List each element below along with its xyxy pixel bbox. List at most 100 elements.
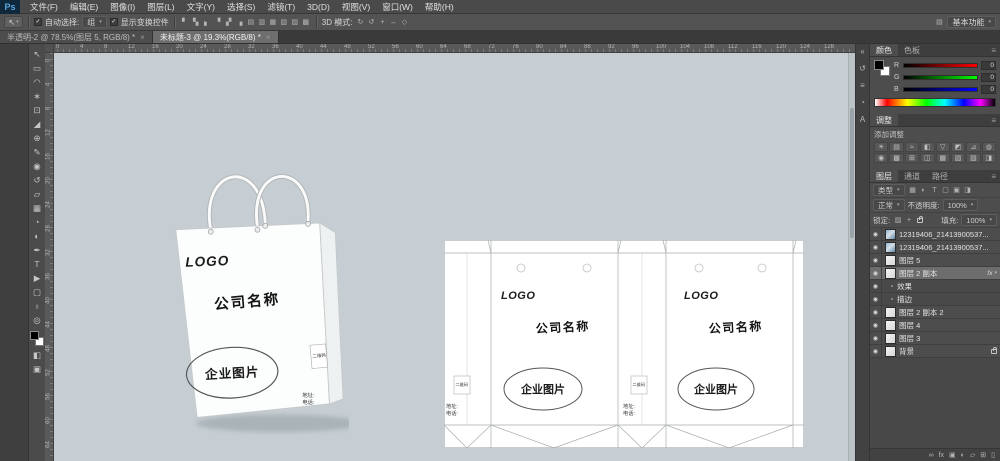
panel-menu-icon[interactable]: ≡ [987, 170, 1000, 182]
adjustment-layer-icon[interactable]: ◐ [961, 452, 965, 459]
horizontal-ruler[interactable]: 0481216202428323640444852566064687276808… [45, 44, 855, 53]
menu-item[interactable]: 帮助(H) [419, 1, 460, 13]
layer-row[interactable]: ◉背景 [870, 345, 1000, 358]
slider-track[interactable] [903, 75, 978, 80]
bag-template-flat[interactable]: LOGO 公司名称 企业图片 二维码 地址: 电话: LOGO 公司名称 企业图… [444, 240, 804, 448]
panel-menu-icon[interactable]: ≡ [987, 114, 1000, 126]
slider-value[interactable]: 0 [981, 85, 996, 94]
current-tool-badge[interactable]: ↖ ▾ [4, 16, 23, 28]
hue-saturation-icon[interactable]: ◩ [951, 142, 965, 152]
filter-toggle-icon[interactable]: ◨ [963, 186, 973, 194]
filter-shape-layers-icon[interactable]: ▢ [941, 186, 951, 194]
photo-filter-icon[interactable]: ◉ [874, 153, 888, 163]
move-tool[interactable]: ↖ [29, 47, 45, 61]
color-lookup-icon[interactable]: ⊞ [905, 153, 919, 163]
invert-icon[interactable]: ◫ [920, 153, 934, 163]
vibrance-icon[interactable]: ▽ [936, 142, 950, 152]
align-right-edges-icon[interactable]: ▗ [235, 18, 245, 26]
layer-mask-icon[interactable]: ▣ [949, 451, 956, 459]
bag-mockup-3d[interactable]: LOGO 公司名称 企业图片 二维码 地址: 电话: [164, 148, 349, 435]
layer-row[interactable]: ◉∘效果 [870, 280, 1000, 293]
3d-rotate-icon[interactable]: ↻ [355, 18, 365, 26]
layer-style-icon[interactable]: fx [939, 452, 944, 459]
slider-value[interactable]: 0 [981, 73, 996, 82]
tab-adjustments[interactable]: 调整 [870, 114, 898, 126]
menu-item[interactable]: 窗口(W) [376, 1, 419, 13]
threshold-icon[interactable]: ▧ [951, 153, 965, 163]
filter-adjustment-layers-icon[interactable]: ◐ [919, 187, 929, 194]
selective-color-icon[interactable]: ◨ [982, 153, 996, 163]
foreground-color-swatch[interactable] [30, 331, 39, 340]
blend-mode-dropdown[interactable]: 正常 ▾ [873, 199, 905, 211]
zoom-tool[interactable]: ◎ [29, 313, 45, 327]
canvas[interactable]: LOGO 公司名称 企业图片 二维码 地址: 电话: [54, 53, 855, 461]
distribute-left-edges-icon[interactable]: ▧ [279, 18, 289, 26]
distribute-horizontal-centers-icon[interactable]: ▨ [290, 18, 300, 26]
align-left-edges-icon[interactable]: ▝ [213, 18, 223, 26]
screen-mode-button[interactable]: ▣ [29, 362, 45, 376]
layer-row[interactable]: ◉12319406_21413900537... [870, 228, 1000, 241]
curves-icon[interactable]: ≈ [905, 142, 919, 152]
align-vertical-centers-icon[interactable]: ▚ [191, 18, 201, 26]
exposure-icon[interactable]: ◧ [920, 142, 934, 152]
distribute-vertical-centers-icon[interactable]: ▥ [257, 18, 267, 26]
collapse-panels-icon[interactable]: « [860, 47, 864, 56]
marquee-tool[interactable]: ▭ [29, 61, 45, 75]
eye-icon[interactable]: ◉ [870, 280, 882, 292]
auto-select-dropdown[interactable]: 组 ▾ [82, 16, 107, 28]
opacity-dropdown[interactable]: 100% ▾ [943, 199, 979, 211]
panel-tab[interactable]: 图层 [870, 170, 898, 182]
magic-wand-tool[interactable]: ∗ [29, 89, 45, 103]
shape-tool[interactable]: ▢ [29, 285, 45, 299]
layer-row[interactable]: ◉图层 2 副本 2 [870, 306, 1000, 319]
type-tool[interactable]: T [29, 257, 45, 271]
blur-tool[interactable]: ◔ [29, 215, 45, 229]
slider-track[interactable] [903, 63, 978, 68]
3d-slide-icon[interactable]: ↔ [388, 19, 398, 26]
channel-mixer-icon[interactable]: ▩ [889, 153, 903, 163]
foreground-color-swatch[interactable] [874, 60, 884, 70]
crop-tool[interactable]: ⊡ [29, 103, 45, 117]
layer-row[interactable]: ◉∘描边 [870, 293, 1000, 306]
dodge-tool[interactable]: ◐ [29, 229, 45, 243]
eyedropper-tool[interactable]: ◢ [29, 117, 45, 131]
eye-icon[interactable]: ◉ [870, 306, 882, 318]
gradient-tool[interactable]: ▦ [29, 201, 45, 215]
ruler-origin-corner[interactable] [45, 44, 54, 53]
menu-item[interactable]: 3D(D) [301, 2, 336, 12]
history-icon[interactable]: ↺ [859, 64, 866, 73]
layer-row[interactable]: ◉图层 2 副本fx▾ [870, 267, 1000, 280]
show-transform-checkbox[interactable]: ✓ [110, 18, 118, 26]
lock-transparency-icon[interactable]: ▨ [893, 216, 903, 224]
panel-tab[interactable]: 通道 [898, 170, 926, 182]
eye-icon[interactable]: ◉ [870, 293, 882, 305]
eraser-tool[interactable]: ▱ [29, 187, 45, 201]
layer-row[interactable]: ◉图层 4 [870, 319, 1000, 332]
link-layers-icon[interactable]: ∞ [929, 452, 934, 459]
slider-value[interactable]: 0 [981, 61, 996, 70]
eye-icon[interactable]: ◉ [870, 228, 882, 240]
hand-tool[interactable]: ♁ [29, 299, 45, 313]
3d-roll-icon[interactable]: ↺ [366, 18, 376, 26]
align-horizontal-centers-icon[interactable]: ▞ [224, 18, 234, 26]
eye-icon[interactable]: ◉ [870, 254, 882, 266]
filter-smart-objects-icon[interactable]: ▣ [952, 186, 962, 194]
eye-icon[interactable]: ◉ [870, 319, 882, 331]
properties-icon[interactable]: ≡ [860, 81, 865, 90]
menu-item[interactable]: 视图(V) [336, 1, 376, 13]
menu-item[interactable]: 图层(L) [141, 1, 180, 13]
slider-track[interactable] [903, 87, 978, 92]
distribute-right-edges-icon[interactable]: ▩ [301, 18, 311, 26]
align-top-edges-icon[interactable]: ▘ [180, 18, 190, 26]
lasso-tool[interactable]: ◠ [29, 75, 45, 89]
lock-position-icon[interactable]: + [904, 217, 914, 224]
menu-item[interactable]: 图像(I) [104, 1, 141, 13]
new-layer-icon[interactable]: ⊞ [980, 451, 986, 459]
color-swatches[interactable] [30, 331, 44, 346]
menu-item[interactable]: 编辑(E) [64, 1, 104, 13]
panel-tab[interactable]: 色板 [898, 44, 926, 56]
layer-group-icon[interactable]: ▱ [970, 451, 975, 459]
layer-row[interactable]: ◉12319406_21413900537... [870, 241, 1000, 254]
clone-stamp-tool[interactable]: ◉ [29, 159, 45, 173]
color-panel-swatches[interactable] [874, 60, 890, 76]
